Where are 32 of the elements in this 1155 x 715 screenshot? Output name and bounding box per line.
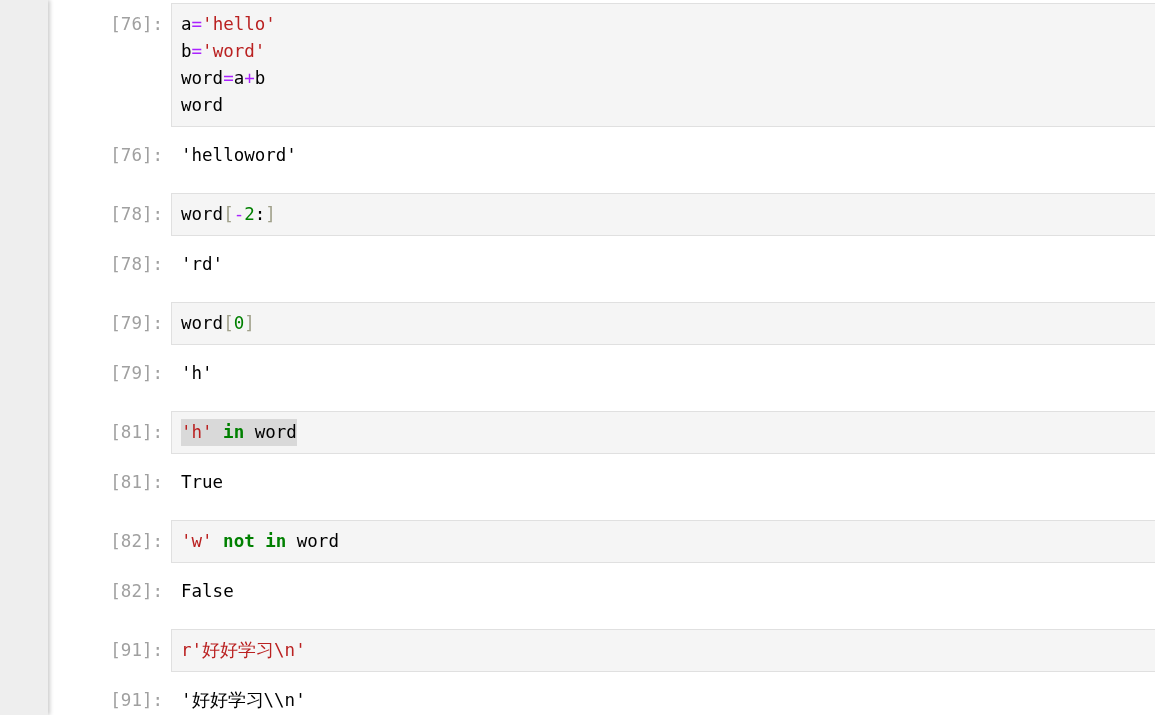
output-text: 'helloword' [181,145,297,165]
output-prompt: [78]: [110,253,163,276]
input-prompt: [76]: [110,13,163,36]
code-line: 'w' not in word [181,530,339,553]
code-line: word=a+b [181,67,266,90]
input-prompt: [81]: [110,421,163,444]
input-prompt: [82]: [110,530,163,553]
output-text: True [181,472,224,492]
code-cell[interactable]: 'w' not in word [171,520,1155,563]
output-text: 'h' [181,363,213,383]
code-line: word[-2:] [181,203,276,226]
output-prompt: [79]: [110,362,163,385]
output-text: False [181,581,234,601]
output-text: '好好学习\\n' [181,690,306,710]
input-prompt: [79]: [110,312,163,335]
code-cell[interactable]: a='hello' b='word' word=a+b word [171,3,1155,127]
input-prompt: [78]: [110,203,163,226]
output-prompt: [76]: [110,144,163,167]
code-line: r'好好学习\n' [181,639,306,662]
code-line: b='word' [181,40,266,63]
code-cell[interactable]: word[0] [171,302,1155,345]
code-line: word[0] [181,312,255,335]
code-cell[interactable]: r'好好学习\n' [171,629,1155,672]
output-prompt: [81]: [110,471,163,494]
input-prompt: [91]: [110,639,163,662]
code-cell[interactable]: word[-2:] [171,193,1155,236]
code-line: word [181,94,224,117]
output-prompt: [82]: [110,580,163,603]
output-text: 'rd' [181,254,224,274]
code-line: a='hello' [181,13,276,36]
output-prompt: [91]: [110,689,163,712]
code-cell[interactable]: 'h' in word [171,411,1155,454]
